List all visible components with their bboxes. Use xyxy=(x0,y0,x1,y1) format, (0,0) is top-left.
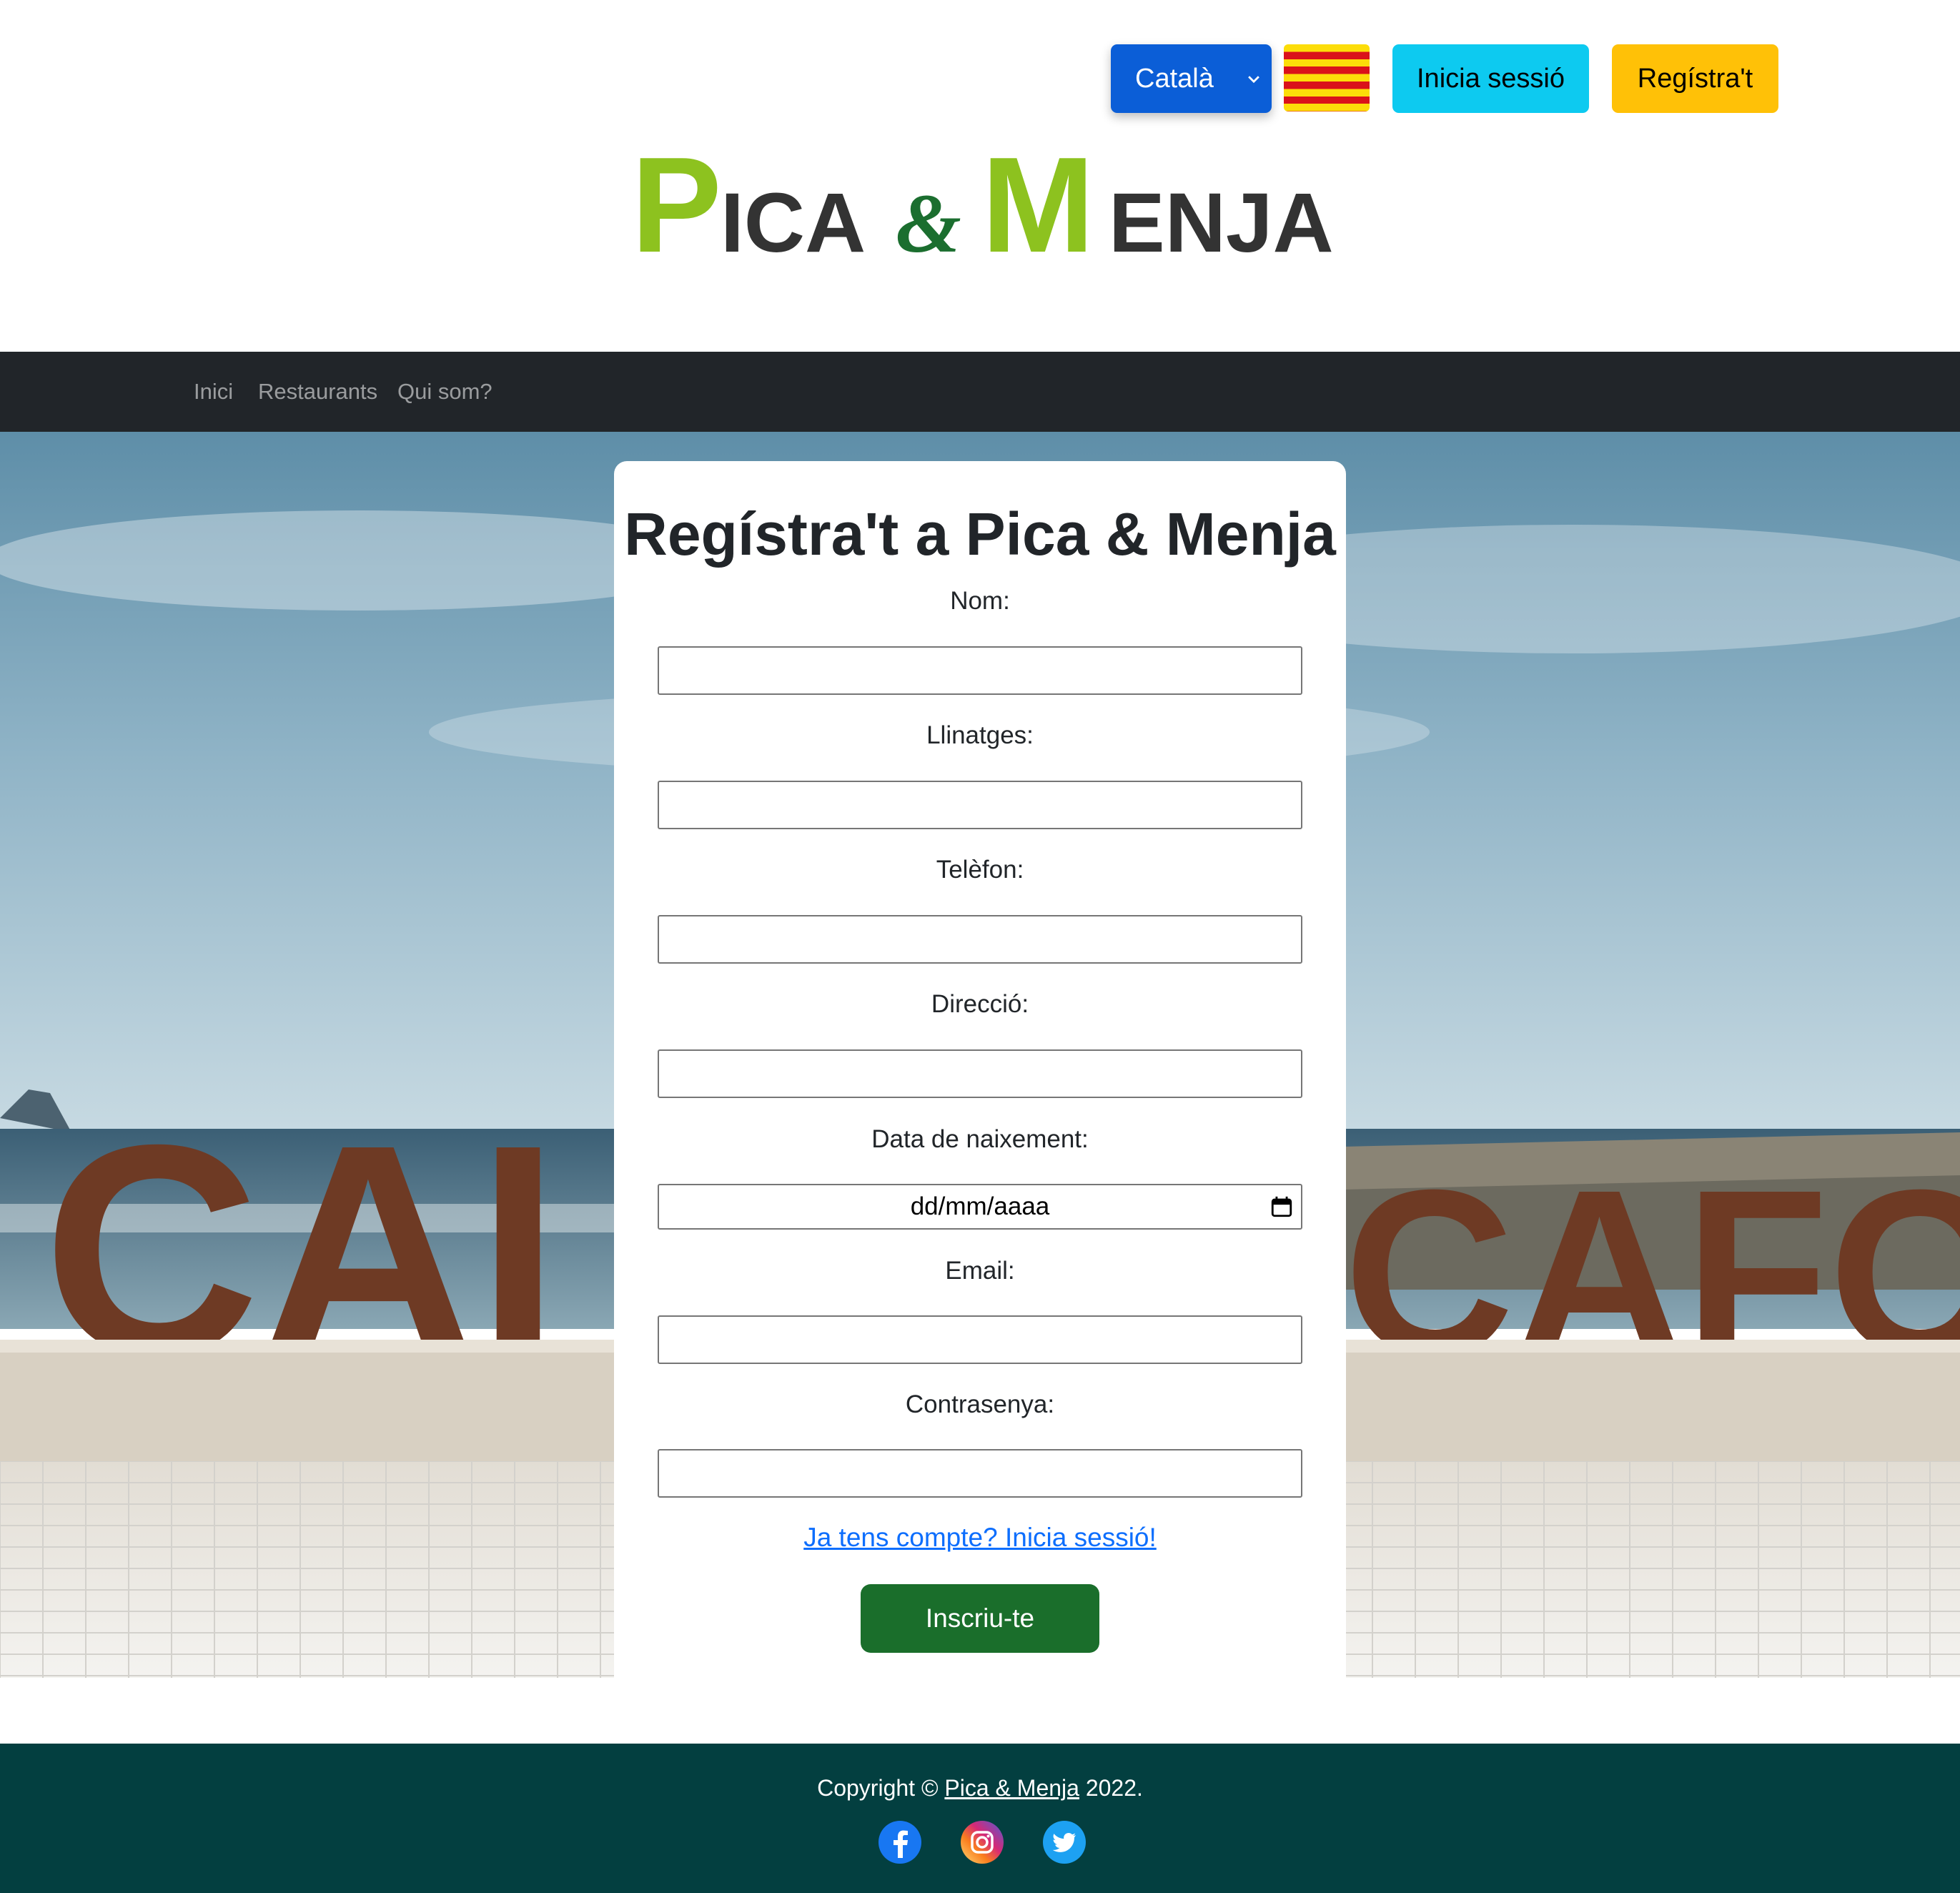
calendar-icon[interactable] xyxy=(1269,1195,1294,1219)
submit-button-label: Inscriu-te xyxy=(925,1603,1035,1633)
site-header: Català Inicia sessió Regístra't P ICA & … xyxy=(0,0,1960,352)
facebook-icon[interactable] xyxy=(877,1819,923,1865)
birthdate-placeholder: dd/mm/aaaa xyxy=(910,1192,1050,1220)
footer-brand-link[interactable]: Pica & Menja xyxy=(944,1775,1079,1801)
copyright-text: Copyright © Pica & Menja 2022. xyxy=(0,1775,1960,1801)
logo-letter-p: P xyxy=(631,136,722,272)
llinatges-input[interactable] xyxy=(658,781,1302,829)
main-navbar: Inici Restaurants Qui som? xyxy=(0,352,1960,432)
register-button[interactable]: Regístra't xyxy=(1612,44,1778,113)
nav-link-inici[interactable]: Inici xyxy=(194,352,233,432)
label-email: Email: xyxy=(945,1257,1015,1285)
submit-button[interactable]: Inscriu-te xyxy=(861,1584,1099,1653)
logo-ampersand: & xyxy=(896,177,961,270)
copyright-prefix: Copyright © xyxy=(817,1775,939,1801)
copyright-year: 2022. xyxy=(1085,1775,1143,1801)
telefon-input[interactable] xyxy=(658,915,1302,964)
twitter-icon[interactable] xyxy=(1041,1819,1087,1865)
nom-input[interactable] xyxy=(658,646,1302,695)
site-footer: Copyright © Pica & Menja 2022. xyxy=(0,1744,1960,1893)
login-link[interactable]: Ja tens compte? Inicia sessió! xyxy=(614,1523,1346,1553)
language-select[interactable]: Català xyxy=(1111,44,1272,113)
label-contrasenya: Contrasenya: xyxy=(905,1390,1055,1418)
language-select-value: Català xyxy=(1135,63,1214,94)
logo-text-enja: ENJA xyxy=(1109,176,1332,270)
register-title: Regístra't a Pica & Menja xyxy=(624,500,1336,568)
label-telefon: Telèfon: xyxy=(936,856,1024,884)
logo-letter-m: M xyxy=(981,136,1094,272)
nav-link-restaurants[interactable]: Restaurants xyxy=(258,352,377,432)
logo-text-ica: ICA xyxy=(721,176,866,270)
catalan-flag-icon xyxy=(1284,44,1370,112)
register-card: Regístra't a Pica & Menja Nom: Llinatges… xyxy=(614,461,1346,1678)
email-input[interactable] xyxy=(658,1315,1302,1364)
nav-link-qui-som[interactable]: Qui som? xyxy=(397,352,493,432)
label-data-naixement: Data de naixement: xyxy=(871,1125,1089,1153)
direccio-input[interactable] xyxy=(658,1049,1302,1098)
label-llinatges: Llinatges: xyxy=(926,721,1034,749)
label-direccio: Direcció: xyxy=(931,990,1029,1018)
login-button[interactable]: Inicia sessió xyxy=(1392,44,1589,113)
register-button-label: Regístra't xyxy=(1637,63,1753,94)
password-input[interactable] xyxy=(658,1449,1302,1498)
instagram-icon[interactable] xyxy=(959,1819,1005,1865)
site-logo: P ICA & M ENJA xyxy=(631,136,1332,272)
login-button-label: Inicia sessió xyxy=(1417,63,1565,94)
birthdate-input[interactable]: dd/mm/aaaa xyxy=(658,1184,1302,1230)
chevron-down-icon xyxy=(1248,76,1259,84)
label-nom: Nom: xyxy=(950,587,1010,615)
